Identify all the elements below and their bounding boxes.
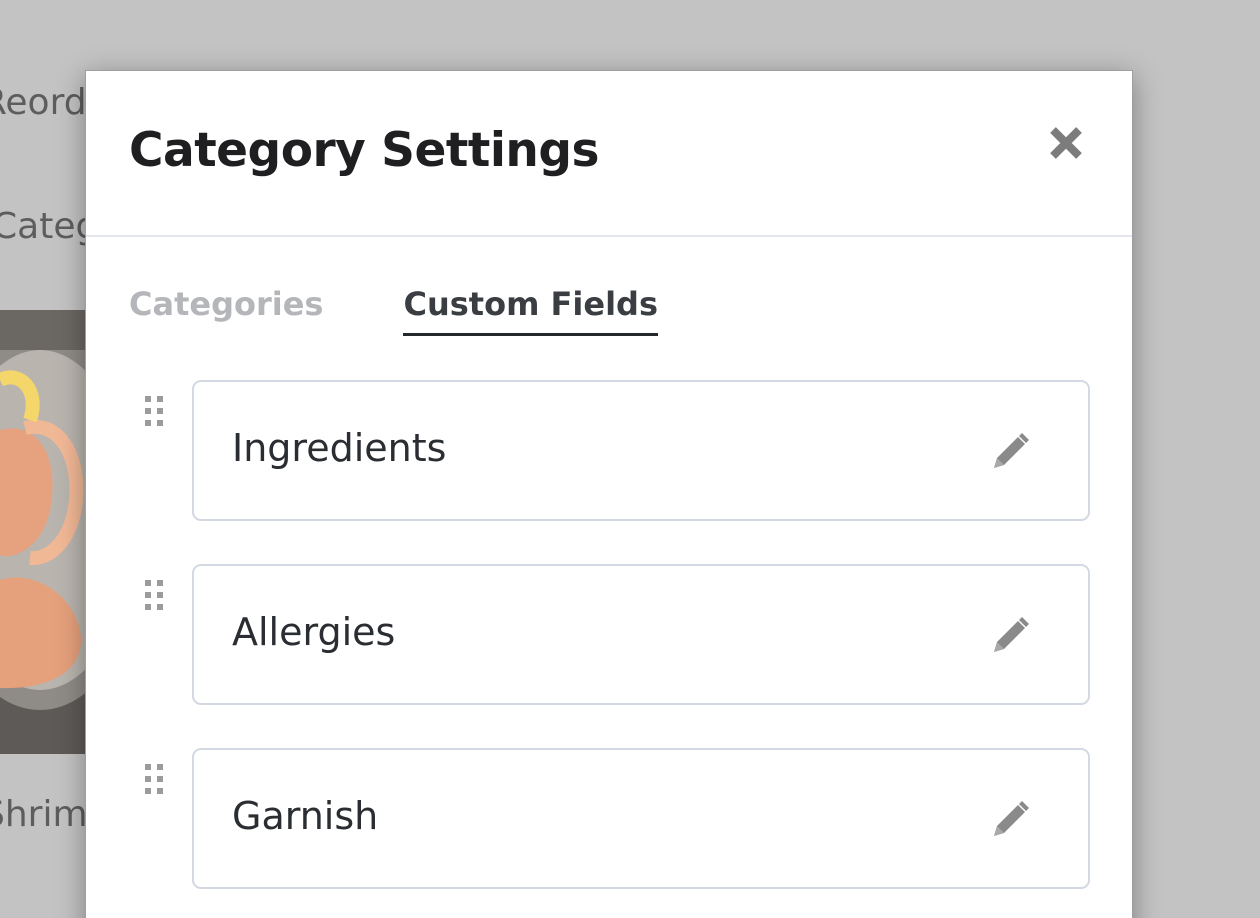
drag-handle-icon[interactable]	[144, 578, 168, 614]
tab-categories[interactable]: Categories	[129, 285, 323, 336]
custom-field-label: Allergies	[232, 610, 396, 654]
background-category-text: Category...	[0, 206, 86, 247]
edit-field-button[interactable]	[988, 614, 1032, 658]
close-button[interactable]	[1048, 123, 1084, 163]
edit-field-button[interactable]	[988, 430, 1032, 474]
background-reorder-label: Reorder	[0, 82, 86, 123]
edit-field-button[interactable]	[988, 798, 1032, 842]
background-dish-image	[0, 310, 86, 754]
modal-header: Category Settings	[86, 71, 1132, 237]
category-settings-modal: Category Settings Categories Custom Fiel…	[85, 70, 1133, 918]
background-category-label: Category...	[0, 206, 86, 247]
settings-tabs: Categories Custom Fields	[129, 285, 658, 336]
drag-handle-icon[interactable]	[144, 394, 168, 430]
app-stage: Reorder Category... Shrimp Cocktail Cate…	[0, 0, 1260, 918]
custom-field-allergies[interactable]: Allergies	[192, 564, 1090, 705]
custom-field-label: Garnish	[232, 794, 379, 838]
pencil-icon	[994, 433, 1029, 468]
pencil-icon	[994, 801, 1029, 836]
custom-field-row: Ingredients	[136, 380, 1091, 521]
custom-field-ingredients[interactable]: Ingredients	[192, 380, 1090, 521]
tab-custom-fields[interactable]: Custom Fields	[403, 285, 658, 336]
close-icon	[1050, 127, 1082, 159]
custom-field-garnish[interactable]: Garnish	[192, 748, 1090, 889]
pencil-icon	[994, 617, 1029, 652]
modal-title: Category Settings	[129, 123, 600, 178]
custom-field-row: Allergies	[136, 564, 1091, 705]
background-reorder-text: Reorder	[0, 82, 86, 123]
background-dish-name: Shrimp Cocktail	[0, 794, 86, 835]
drag-handle-icon[interactable]	[144, 762, 168, 798]
custom-field-label: Ingredients	[232, 426, 447, 470]
background-dish-label: Shrimp Cocktail	[0, 794, 86, 835]
custom-field-row: Garnish	[136, 748, 1091, 889]
